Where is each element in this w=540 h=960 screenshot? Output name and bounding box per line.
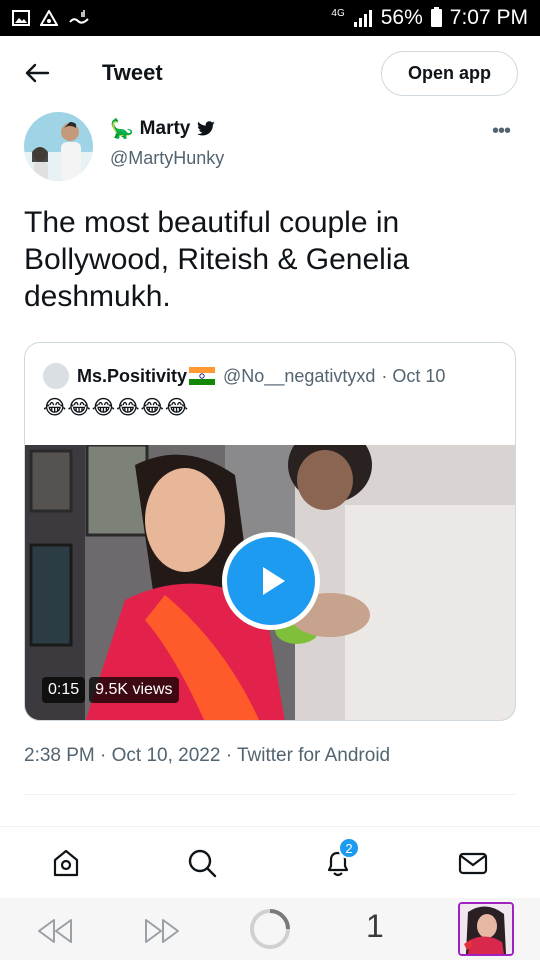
network-type: 4G <box>331 8 345 19</box>
notification-badge: 2 <box>338 837 360 859</box>
india-flag-icon <box>189 367 216 385</box>
gallery-icon <box>12 10 30 26</box>
quoted-tweet[interactable]: Ms.Positivity @No__negativtyxd · Oct 10 … <box>24 342 516 721</box>
twitter-bird-icon <box>197 121 216 136</box>
quoted-date: · Oct 10 <box>381 365 446 386</box>
author-emoji: 🦕 <box>110 119 134 140</box>
signal-icon <box>353 10 372 27</box>
tweet-meta: 2:38 PM · Oct 10, 2022 · Twitter for And… <box>24 745 391 766</box>
loading-icon <box>250 909 290 949</box>
status-bar: 4G 56% 7:07 PM <box>0 0 540 36</box>
bottom-nav: 2 <box>0 826 540 898</box>
video-badges: 0:15 9.5K views <box>42 677 179 703</box>
author-name: Marty <box>139 118 191 139</box>
quoted-text: 😂😂😂😂😂😂 <box>43 397 190 419</box>
warning-icon <box>40 10 58 26</box>
author-avatar[interactable] <box>24 112 93 181</box>
search-icon[interactable] <box>184 845 220 881</box>
fast-forward-icon[interactable] <box>143 918 181 944</box>
video-views: 9.5K views <box>89 677 179 703</box>
clock: 7:07 PM <box>449 6 528 29</box>
quoted-tweet-header: Ms.Positivity @No__negativtyxd · Oct 10 <box>43 363 445 389</box>
tab-count[interactable]: 1 <box>366 908 384 945</box>
tweet-header: Tweet Open app <box>0 36 540 110</box>
quoted-author-name: Ms.Positivity <box>77 365 188 386</box>
video-player[interactable]: 0:15 9.5K views <box>25 445 515 720</box>
battery-percent: 56% <box>380 6 423 29</box>
divider <box>24 794 516 795</box>
author-name-row[interactable]: 🦕 Marty <box>110 117 216 141</box>
more-options-icon[interactable]: ••• <box>492 120 511 143</box>
browser-bar: 1 <box>0 898 540 960</box>
back-arrow-icon[interactable] <box>22 58 52 88</box>
hotspot-icon <box>69 10 89 24</box>
quoted-avatar <box>43 363 69 389</box>
home-icon[interactable] <box>48 845 84 881</box>
tweet-text: The most beautiful couple in Bollywood, … <box>24 206 410 313</box>
open-app-button[interactable]: Open app <box>381 51 518 96</box>
play-icon <box>263 567 285 595</box>
page-title: Tweet <box>102 60 163 85</box>
profile-thumbnail[interactable] <box>458 902 514 956</box>
rewind-icon[interactable] <box>36 918 74 944</box>
video-duration: 0:15 <box>42 677 86 703</box>
quoted-author-handle: @No__negativtyxd <box>223 365 376 386</box>
play-button[interactable] <box>222 532 320 630</box>
messages-icon[interactable] <box>455 845 491 881</box>
author-handle[interactable]: @MartyHunky <box>110 148 224 169</box>
battery-icon <box>430 7 442 27</box>
